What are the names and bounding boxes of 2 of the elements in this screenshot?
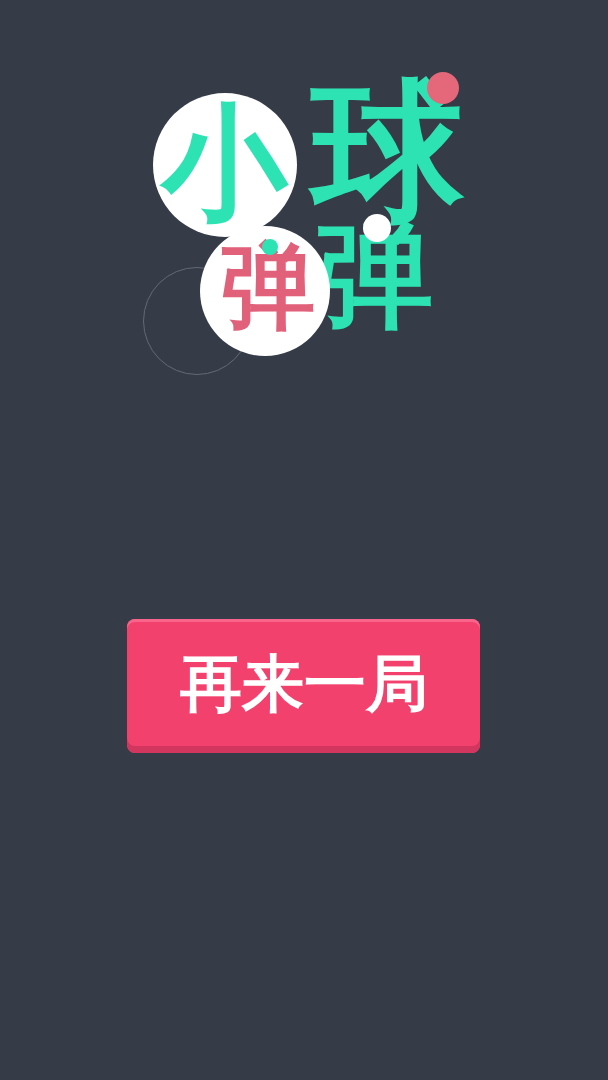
- logo-character: 弹: [221, 240, 315, 334]
- play-again-button[interactable]: 再来一局: [127, 619, 480, 753]
